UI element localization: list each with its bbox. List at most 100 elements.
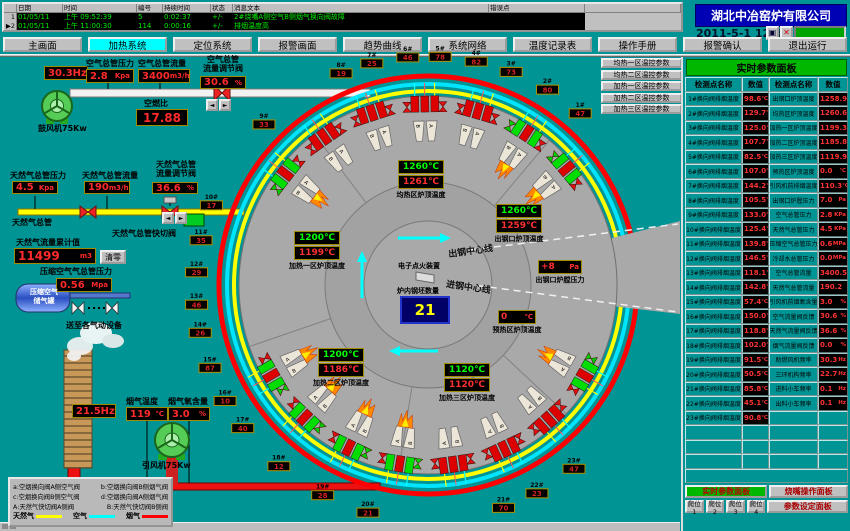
param-unit: Hz: [838, 386, 846, 392]
svg-text:2#: 2#: [543, 78, 552, 85]
param-value: 133.0: [744, 211, 766, 219]
svg-text:33: 33: [259, 121, 269, 129]
param-value-cell: 3400.5: [818, 266, 848, 281]
position-button-爬位3[interactable]: 爬位3: [726, 500, 745, 513]
svg-text:78: 78: [435, 54, 445, 62]
flue-o2-label: 烟气氧含量: [168, 397, 208, 406]
reversing-valve-marker: 4#82: [465, 50, 487, 66]
param-value: 57.4: [744, 298, 761, 306]
panel-title: 实时参数面板: [686, 59, 847, 76]
param-value-cell: 129.7℃: [742, 106, 769, 121]
reversing-valve-marker: 22#23: [526, 482, 548, 498]
zone-display-tap: 1260℃ 1259℃ 出钢口炉顶温度: [496, 204, 542, 244]
param-unit: ℃: [847, 96, 848, 102]
air-valve-increase-button[interactable]: ►: [219, 99, 231, 111]
zone-param-button[interactable]: 均热一区温控参数: [601, 58, 682, 68]
svg-text:17: 17: [207, 202, 217, 210]
gas-valve-increase-button[interactable]: ►: [175, 212, 187, 224]
svg-text:11#: 11#: [194, 229, 207, 236]
param-value-cell: 0.0℃: [818, 164, 848, 179]
param-empty-cell: [769, 425, 818, 440]
param-value-cell: 118.8℃: [742, 324, 769, 339]
svg-text:17#: 17#: [236, 417, 249, 424]
zone-param-button[interactable]: 均热二区温控参数: [601, 70, 682, 80]
param-column-header: 数值: [818, 77, 848, 92]
param-value: 0.0: [820, 341, 832, 349]
param-value-cell: 0.6MPa: [818, 237, 848, 252]
gas-valve-decrease-button[interactable]: ◄: [162, 212, 174, 224]
param-value: 125.4: [744, 225, 766, 233]
gas-pressure-display: 4.5Kpa: [12, 181, 58, 194]
param-name-cell: 2#换向阀排烟温度: [685, 106, 742, 121]
zone-param-button[interactable]: 加热一区温控参数: [601, 81, 682, 91]
legend-line-label: 烟气: [126, 511, 140, 521]
burner-panel-button[interactable]: 烧嘴操作面板: [769, 485, 848, 498]
param-empty-cell: [818, 411, 848, 426]
param-value: 1185.8: [820, 138, 847, 146]
position-button-爬位4[interactable]: 爬位4: [747, 500, 766, 513]
svg-text:21#: 21#: [497, 496, 510, 503]
param-value: 45.1: [744, 399, 761, 407]
param-name-cell: 出钢口炉顶温度: [769, 92, 818, 107]
param-unit: KPa: [834, 212, 846, 218]
reset-total-button[interactable]: 清零: [100, 250, 126, 264]
param-value-cell: 30.6%: [818, 309, 848, 324]
param-name-cell: 3#换向阀排烟温度: [685, 121, 742, 136]
setting-panel-button[interactable]: 参数设定面板: [767, 500, 848, 513]
param-empty-cell: [818, 454, 848, 469]
gas-cut-valve-label: 天然气总管快切阀: [112, 229, 176, 238]
param-unit: ℃: [761, 400, 768, 406]
position-button-爬位2[interactable]: 爬位2: [706, 500, 725, 513]
zone-sp-display: 1200℃: [318, 348, 364, 362]
svg-text:22#: 22#: [530, 482, 543, 489]
zone-label: 均热区炉顶温度: [397, 190, 446, 200]
realtime-panel-button[interactable]: 实时参数面板: [685, 485, 767, 498]
param-name-cell: 加热三区炉顶温度: [769, 150, 818, 165]
svg-text:23: 23: [532, 490, 542, 498]
param-empty-cell: [769, 454, 818, 469]
param-value: 0.1: [820, 385, 832, 393]
hmi-screen: ABABABABABABABABABABABABABABAB 1#472#803…: [0, 0, 850, 531]
param-name-cell: 三环机构频率: [769, 367, 818, 382]
zone-param-button[interactable]: 加热二区温控参数: [601, 93, 682, 103]
param-value-cell: 7.0Pa: [818, 193, 848, 208]
svg-text:19: 19: [336, 70, 346, 78]
parameter-table: 检测点名称数值检测点名称数值1#换向阀排烟温度98.6℃出钢口炉顶温度1258.…: [685, 77, 849, 483]
zone-display-heat3: 1120℃ 1120℃ 加热三区炉顶温度: [444, 363, 490, 403]
svg-text:25: 25: [367, 60, 377, 68]
position-button-爬位1[interactable]: 爬位1: [685, 500, 704, 513]
param-value: 0.0: [820, 254, 832, 262]
param-value: 7.0: [820, 196, 832, 204]
zone-param-button[interactable]: 加热三区温控参数: [601, 104, 682, 114]
zone-label: 加热三区炉顶温度: [439, 393, 495, 403]
param-value: 50.5: [744, 370, 761, 378]
air-flow-label: 空气总管流量: [138, 59, 186, 68]
svg-text:4#: 4#: [472, 50, 481, 57]
param-message-area: [685, 469, 848, 484]
air-fuel-ratio-display: 17.88: [136, 109, 188, 126]
reversing-valve-marker: 11#35: [190, 229, 212, 245]
air-valve-label: 空气总管 流量调节阀: [194, 55, 252, 73]
svg-text:14#: 14#: [194, 321, 207, 328]
param-value-cell: 139.8℃: [742, 237, 769, 252]
air-valve-decrease-button[interactable]: ◄: [206, 99, 218, 111]
svg-text:46: 46: [192, 301, 202, 309]
svg-text:8#: 8#: [336, 62, 345, 69]
param-value: 1199.3: [820, 124, 847, 132]
svg-text:12: 12: [274, 463, 284, 471]
param-value: 1260.6: [820, 109, 847, 117]
reversing-valve-marker: 20#21: [357, 501, 379, 517]
compressed-air-pipe: [70, 293, 130, 298]
param-name-cell: 22#换向阀排烟温度: [685, 396, 742, 411]
svg-text:23#: 23#: [567, 457, 580, 464]
svg-text:70: 70: [499, 505, 509, 513]
zone-display-soak: 1260℃ 1261℃ 均热区炉顶温度: [398, 160, 444, 200]
zone-pv-display: 1186℃: [318, 363, 364, 377]
legend-line-swatch: [36, 515, 62, 518]
param-unit: MPa: [833, 255, 846, 261]
zone-label: 加热一区炉顶温度: [289, 261, 345, 271]
param-value-cell: 4.5KPa: [818, 222, 848, 237]
param-value-cell: 142.8℃: [742, 280, 769, 295]
legend-row: A:天然气快切阀A侧阀B:天然气快切阀B侧阀: [13, 501, 168, 511]
param-value: 1258.9: [820, 95, 847, 103]
